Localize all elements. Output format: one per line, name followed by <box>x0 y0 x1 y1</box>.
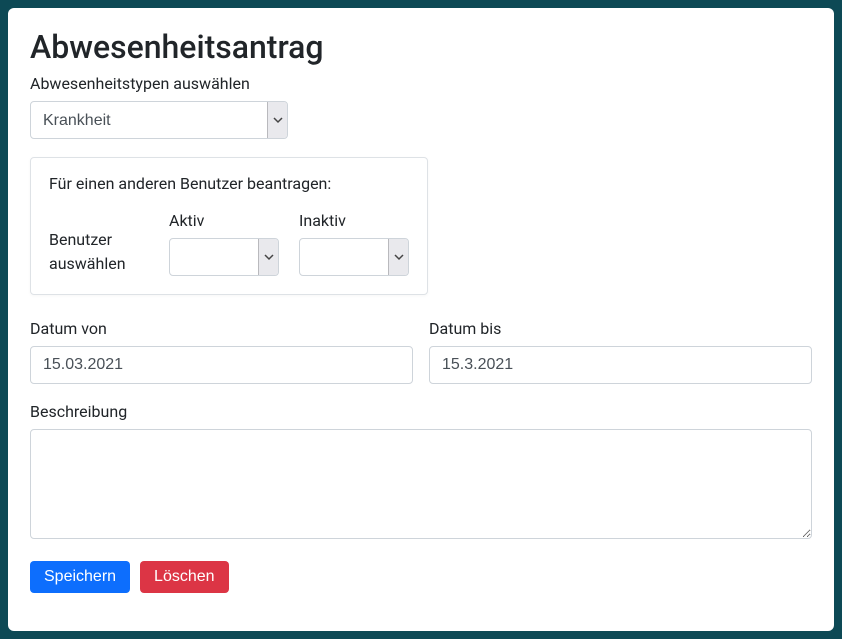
date-to-input[interactable] <box>429 346 812 384</box>
inactive-label: Inaktiv <box>299 211 409 230</box>
absence-request-card: Abwesenheitsantrag Abwesenheitstypen aus… <box>8 8 834 631</box>
active-user-select[interactable] <box>169 238 279 276</box>
page-title: Abwesenheitsantrag <box>30 28 812 66</box>
absence-type-select-wrap: Krankheit <box>30 101 288 139</box>
date-to-label: Datum bis <box>429 319 812 338</box>
active-label: Aktiv <box>169 211 279 230</box>
other-user-title: Für einen anderen Benutzer beantragen: <box>49 174 409 193</box>
absence-type-label: Abwesenheitstypen auswählen <box>30 74 812 93</box>
other-user-card: Für einen anderen Benutzer beantragen: B… <box>30 157 428 295</box>
inactive-user-select[interactable] <box>299 238 409 276</box>
date-from-label: Datum von <box>30 319 413 338</box>
description-textarea[interactable] <box>30 429 812 539</box>
date-from-input[interactable] <box>30 346 413 384</box>
select-user-label: Benutzer auswählen <box>49 228 149 276</box>
description-label: Beschreibung <box>30 402 812 421</box>
absence-type-select[interactable]: Krankheit <box>30 101 288 139</box>
delete-button[interactable]: Löschen <box>140 561 229 593</box>
save-button[interactable]: Speichern <box>30 561 130 593</box>
